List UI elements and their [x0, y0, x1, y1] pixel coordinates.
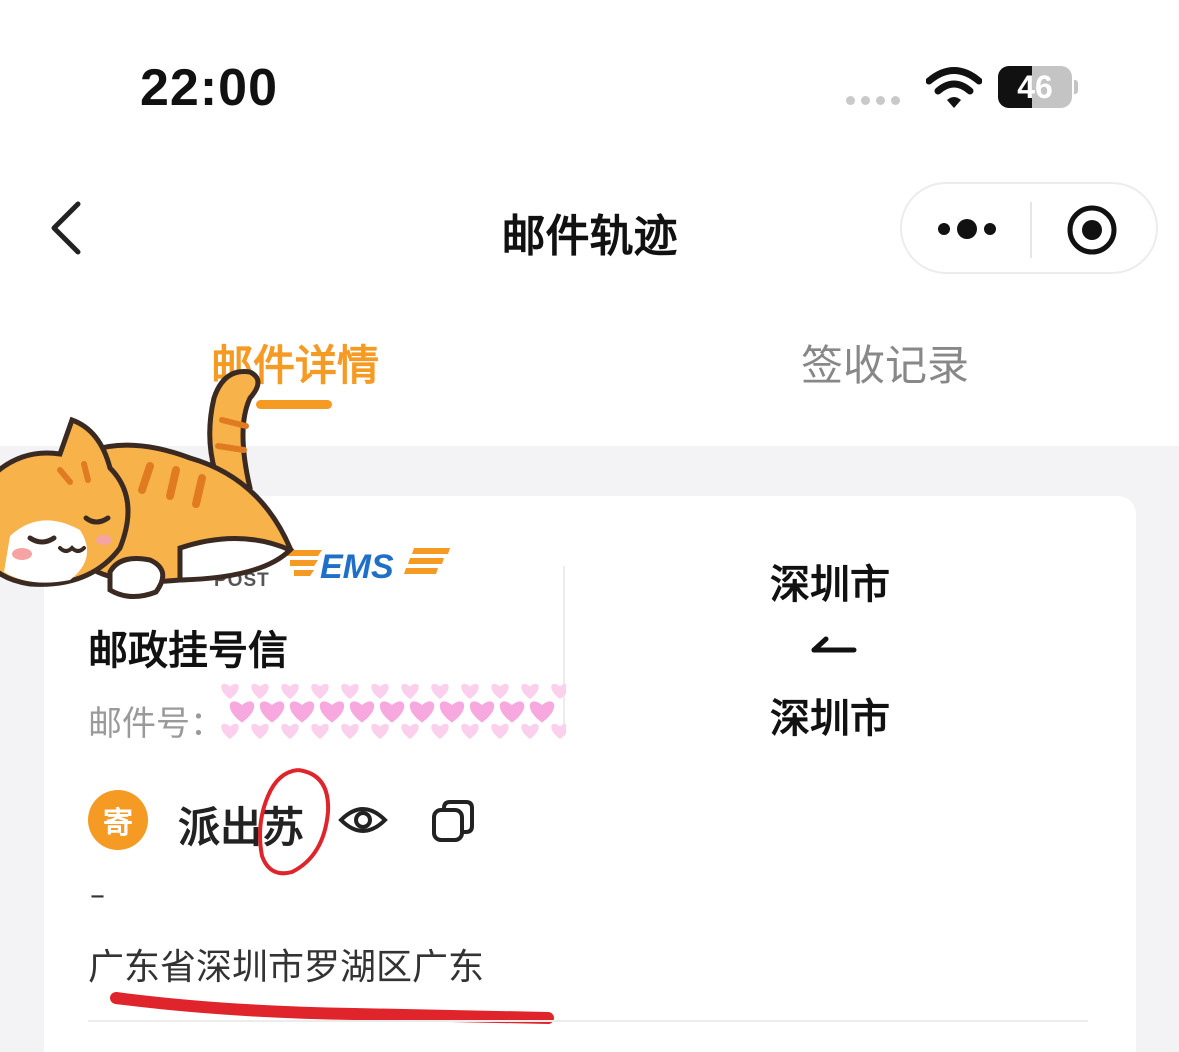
more-dots-icon[interactable]	[932, 206, 1002, 252]
mail-type: 邮政挂号信	[88, 628, 288, 674]
ems-logo-text: EMS	[320, 548, 394, 586]
status-time: 22:00	[140, 59, 278, 117]
card-bottom-divider	[88, 1020, 1088, 1022]
tab-sign-records[interactable]: 签收记录	[780, 332, 990, 393]
red-circle-annotation	[258, 768, 331, 876]
hearts-redaction-icon	[221, 683, 566, 739]
eye-icon[interactable]	[338, 800, 388, 840]
mini-program-capsule	[900, 182, 1158, 274]
sleeping-cat-sticker-icon	[0, 369, 295, 599]
route-arrow-icon	[811, 636, 857, 653]
tracking-number-label: 邮件号：	[88, 704, 224, 744]
route-origin: 深圳市	[770, 562, 890, 608]
sender-badge: 寄	[88, 790, 148, 850]
status-bar: 22:00 46	[0, 0, 1179, 150]
signal-dots-icon	[846, 96, 900, 105]
wifi-icon	[926, 67, 982, 108]
sender-dash: –	[90, 878, 105, 913]
battery-icon: 46	[998, 66, 1078, 108]
battery-level: 46	[1017, 69, 1053, 105]
capsule-divider	[1030, 202, 1032, 258]
ems-logo-icon: EMS	[286, 548, 450, 586]
copy-icon[interactable]	[430, 798, 476, 844]
red-underline-annotation	[110, 992, 554, 1024]
target-circle-icon[interactable]	[1066, 204, 1118, 256]
route-destination: 深圳市	[770, 696, 890, 742]
